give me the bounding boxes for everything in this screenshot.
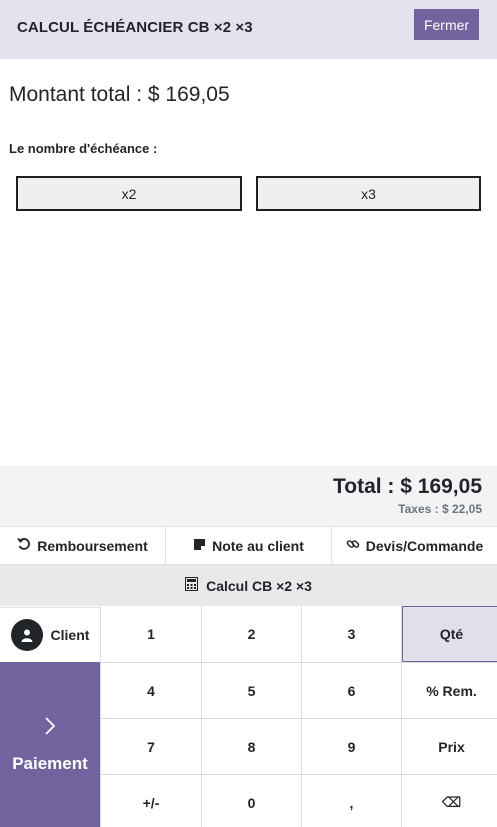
numpad-key-1[interactable]: 1: [101, 606, 201, 662]
quotation-order-button[interactable]: Devis/Commande: [332, 527, 497, 564]
order-summary: Total : $ 169,05 Taxes : $ 22,05: [0, 466, 497, 526]
refund-button[interactable]: Remboursement: [0, 527, 166, 564]
link-icon: [346, 537, 360, 554]
customer-note-label: Note au client: [212, 537, 304, 554]
numpad-key-8[interactable]: 8: [202, 719, 301, 774]
numpad: 1 2 3 Qté 4 5 6 % Rem. 7 8 9 Prix +/- 0 …: [100, 606, 497, 827]
numpad-mode-quantity[interactable]: Qté: [402, 606, 497, 662]
installments-count-label: Le nombre d'échéance :: [9, 141, 158, 156]
calculator-icon: [185, 577, 199, 594]
numpad-key-0[interactable]: 0: [202, 775, 301, 827]
numpad-key-2[interactable]: 2: [202, 606, 301, 662]
numpad-key-4[interactable]: 4: [101, 663, 201, 718]
payment-label: Paiement: [12, 753, 88, 773]
numpad-key-5[interactable]: 5: [202, 663, 301, 718]
numpad-mode-discount[interactable]: % Rem.: [402, 663, 497, 718]
order-taxes: Taxes : $ 22,05: [398, 502, 482, 516]
popup-title: CALCUL ÉCHÉANCIER CB ×2 ×3: [17, 19, 253, 36]
customer-note-button[interactable]: Note au client: [166, 527, 332, 564]
numpad-key-comma[interactable]: ,: [302, 775, 401, 827]
numpad-key-9[interactable]: 9: [302, 719, 401, 774]
backspace-key[interactable]: ⌫: [402, 775, 497, 827]
control-buttons-bar: Remboursement Note au client Devis/Comma…: [0, 526, 497, 565]
refund-label: Remboursement: [37, 537, 148, 554]
sticky-note-icon: [193, 538, 206, 554]
numpad-key-6[interactable]: 6: [302, 663, 401, 718]
numpad-mode-price[interactable]: Prix: [402, 719, 497, 774]
quotation-order-label: Devis/Commande: [365, 537, 484, 554]
numpad-key-3[interactable]: 3: [302, 606, 401, 662]
payment-button[interactable]: Paiement: [0, 662, 100, 827]
calc-installments-label: Calcul CB ×2 ×3: [206, 577, 312, 594]
client-label: Client: [50, 627, 90, 643]
close-button[interactable]: Fermer: [414, 9, 479, 40]
user-icon: [10, 619, 43, 651]
numpad-key-plus-minus[interactable]: +/-: [101, 775, 201, 827]
order-total: Total : $ 169,05: [332, 475, 482, 498]
installment-x2-button[interactable]: x2: [16, 176, 242, 211]
calc-installments-button[interactable]: Calcul CB ×2 ×3: [0, 565, 497, 606]
numpad-key-7[interactable]: 7: [101, 719, 201, 774]
chevron-right-icon: [44, 716, 56, 740]
installment-x3-button[interactable]: x3: [256, 176, 481, 211]
undo-icon: [17, 537, 31, 554]
total-amount-text: Montant total : $ 169,05: [9, 83, 230, 106]
client-button[interactable]: Client: [0, 607, 100, 662]
popup-header: CALCUL ÉCHÉANCIER CB ×2 ×3 Fermer: [0, 0, 497, 59]
